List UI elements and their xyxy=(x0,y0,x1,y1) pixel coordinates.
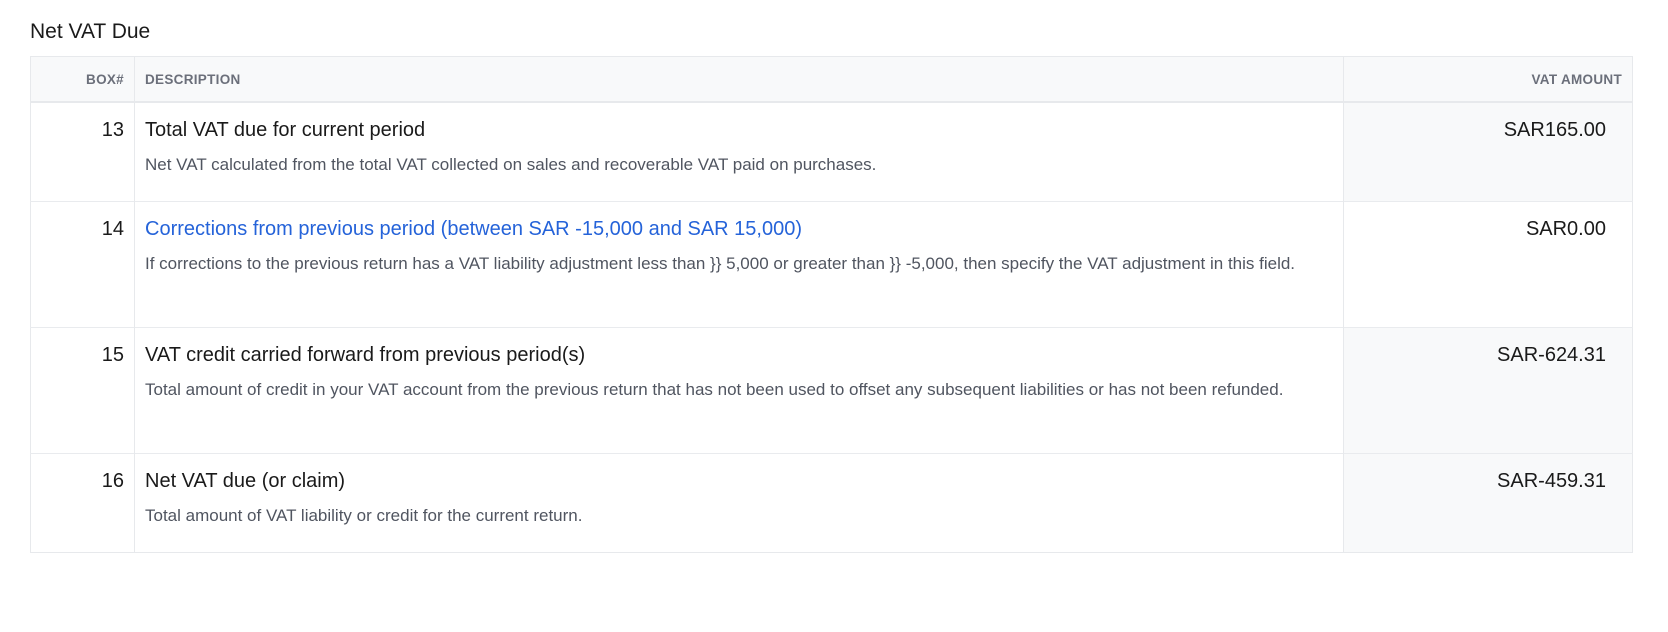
vat-amount: SAR0.00 xyxy=(1343,200,1633,327)
row-description: VAT credit carried forward from previous… xyxy=(134,326,1344,453)
row-label: VAT credit carried forward from previous… xyxy=(145,343,586,366)
row-help-text: If corrections to the previous return ha… xyxy=(145,253,1296,273)
vat-amount: SAR-459.31 xyxy=(1343,452,1633,552)
table-header: BOX# DESCRIPTION VAT AMOUNT xyxy=(30,56,1633,103)
row-description: Net VAT due (or claim) Total amount of V… xyxy=(134,452,1344,552)
row-description: Corrections from previous period (betwee… xyxy=(134,200,1344,327)
box-number: 13 xyxy=(30,101,135,201)
vat-amount: SAR165.00 xyxy=(1343,101,1633,201)
row-label: Total VAT due for current period xyxy=(145,119,426,141)
column-header-vat-amount: VAT AMOUNT xyxy=(1343,56,1633,103)
box-number: 15 xyxy=(30,326,135,453)
row-help-text: Total amount of VAT liability or credit … xyxy=(145,505,583,525)
row-description: Total VAT due for current period Net VAT… xyxy=(134,101,1344,201)
vat-amount: SAR-624.31 xyxy=(1343,326,1633,453)
row-help-text: Net VAT calculated from the total VAT co… xyxy=(145,155,877,174)
corrections-link[interactable]: Corrections from previous period (betwee… xyxy=(145,216,1333,242)
column-header-description: DESCRIPTION xyxy=(134,56,1344,103)
box-number: 14 xyxy=(30,200,135,327)
net-vat-due-section: Net VAT Due BOX# DESCRIPTION VAT AMOUNT … xyxy=(30,18,1633,553)
net-vat-due-table: BOX# DESCRIPTION VAT AMOUNT 13 Total VAT… xyxy=(30,56,1633,553)
box-number: 16 xyxy=(30,452,135,552)
section-title: Net VAT Due xyxy=(30,20,151,43)
table-row-box-13: 13 Total VAT due for current period Net … xyxy=(30,101,1633,201)
table-row-box-15: 15 VAT credit carried forward from previ… xyxy=(30,326,1633,453)
row-label: Net VAT due (or claim) xyxy=(145,469,346,492)
table-row-box-14: 14 Corrections from previous period (bet… xyxy=(30,200,1633,327)
table-header-row: BOX# DESCRIPTION VAT AMOUNT xyxy=(30,56,1633,103)
column-header-box: BOX# xyxy=(30,56,135,103)
table-row-box-16: 16 Net VAT due (or claim) Total amount o… xyxy=(30,452,1633,552)
row-help-text: Total amount of credit in your VAT accou… xyxy=(145,379,1284,399)
table-body: 13 Total VAT due for current period Net … xyxy=(30,101,1633,552)
